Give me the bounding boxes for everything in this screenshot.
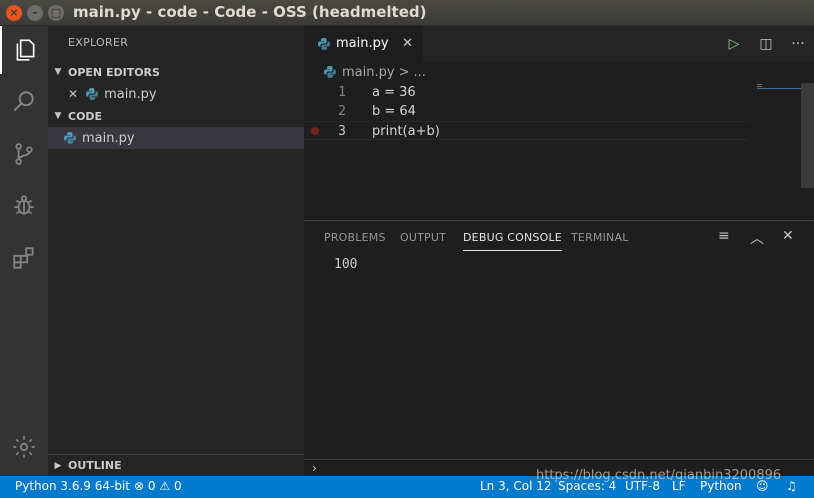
code-editor[interactable]: 1 a = 36 2 b = 64 3 print(a+b) [304,83,814,219]
python-file-icon [318,37,330,50]
tab-debug-console[interactable]: DEBUG CONSOLE [463,231,562,251]
window-maximize-button[interactable]: □ [48,5,64,21]
file-label: main.py [82,130,135,146]
debug-icon[interactable] [0,182,48,230]
line-number: 3 [338,124,346,139]
breadcrumb-more[interactable]: ... [413,65,425,80]
bottom-panel: PROBLEMS OUTPUT DEBUG CONSOLE TERMINAL ≡… [304,220,814,476]
extensions-icon[interactable] [0,234,48,282]
more-actions-icon[interactable]: ··· [782,36,814,52]
line-number: 1 [338,85,346,100]
watermark: https://blog.csdn.net/qianbin3200896 [536,468,782,483]
tab-close-icon[interactable]: ✕ [402,36,413,51]
title-bar: × – □ main.py - code - Code - OSS (headm… [0,0,814,26]
search-icon[interactable] [0,78,48,126]
window-title: main.py - code - Code - OSS (headmelted) [73,3,427,21]
code-line[interactable]: 1 a = 36 [304,83,749,102]
editor-actions: ▷ ◫ ··· [718,26,814,61]
explorer-title: EXPLORER [68,36,129,49]
window-minimize-button[interactable]: – [27,5,43,21]
outline-header[interactable]: ▶ OUTLINE [48,454,304,476]
code-line[interactable]: 2 b = 64 [304,102,749,121]
tab-main-py[interactable]: main.py ✕ [304,26,423,61]
close-panel-icon[interactable]: ✕ [782,228,794,244]
python-file-icon [64,132,76,144]
minimap[interactable] [757,83,801,91]
python-interpreter[interactable]: Python 3.6.9 64-bit [15,479,130,493]
code-line-current[interactable]: 3 print(a+b) [304,121,749,140]
code-text: a = 36 [372,85,416,100]
file-item-main-py[interactable]: main.py [48,127,304,149]
folder-header-code[interactable]: ▼ CODE [48,105,304,127]
open-editors-header[interactable]: ▼ OPEN EDITORS [48,61,304,83]
maximize-panel-icon[interactable]: ︿ [750,228,764,248]
tab-output[interactable]: OUTPUT [400,231,446,244]
editor-tabs-bar: main.py ✕ ▷ ◫ ··· [304,26,814,61]
python-file-icon [324,66,336,78]
tab-terminal[interactable]: TERMINAL [571,231,629,244]
open-editor-item[interactable]: ✕ main.py [48,83,304,105]
window-close-button[interactable]: × [6,5,22,21]
python-file-icon [86,88,99,100]
tab-problems[interactable]: PROBLEMS [324,231,386,244]
debug-console-output: 100 [334,257,358,272]
breakpoint-icon[interactable] [311,127,319,135]
files-icon[interactable] [0,26,48,74]
code-text: print(a+b) [372,124,440,139]
tab-label: main.py [336,36,389,51]
warning-icon: ⚠ [159,479,171,493]
split-editor-icon[interactable]: ◫ [750,36,782,52]
settings-gear-icon[interactable] [0,423,48,471]
open-editor-label: main.py [104,86,157,102]
chevron-right-icon: ▶ [54,460,62,471]
outline-label: OUTLINE [68,459,122,472]
source-control-icon[interactable] [0,130,48,178]
editor-scrollbar[interactable] [801,83,814,188]
close-icon[interactable]: ✕ [68,87,78,101]
run-icon[interactable]: ▷ [718,36,750,52]
breadcrumb-separator: > [398,64,410,80]
code-text: b = 64 [372,104,416,119]
activity-bar [0,26,48,476]
folder-label: CODE [68,109,103,123]
chevron-down-icon: ▼ [54,111,62,121]
problems-summary[interactable]: ⊗ 0 ⚠ 0 [134,479,182,493]
notifications-bell-icon[interactable]: ♫ [786,479,797,493]
error-icon: ⊗ [134,479,145,493]
line-number: 2 [338,104,346,119]
breadcrumb-file[interactable]: main.py [342,65,395,80]
warning-count: 0 [173,479,182,493]
error-count: 0 [147,479,156,493]
explorer-sidebar: EXPLORER ▼ OPEN EDITORS ✕ main.py ▼ CODE… [48,26,304,476]
clear-console-icon[interactable]: ≡ [718,228,730,244]
breadcrumb: main.py > ... [304,61,814,83]
open-editors-label: OPEN EDITORS [68,65,160,79]
chevron-down-icon: ▼ [54,67,62,77]
console-prompt-icon: › [312,461,317,475]
